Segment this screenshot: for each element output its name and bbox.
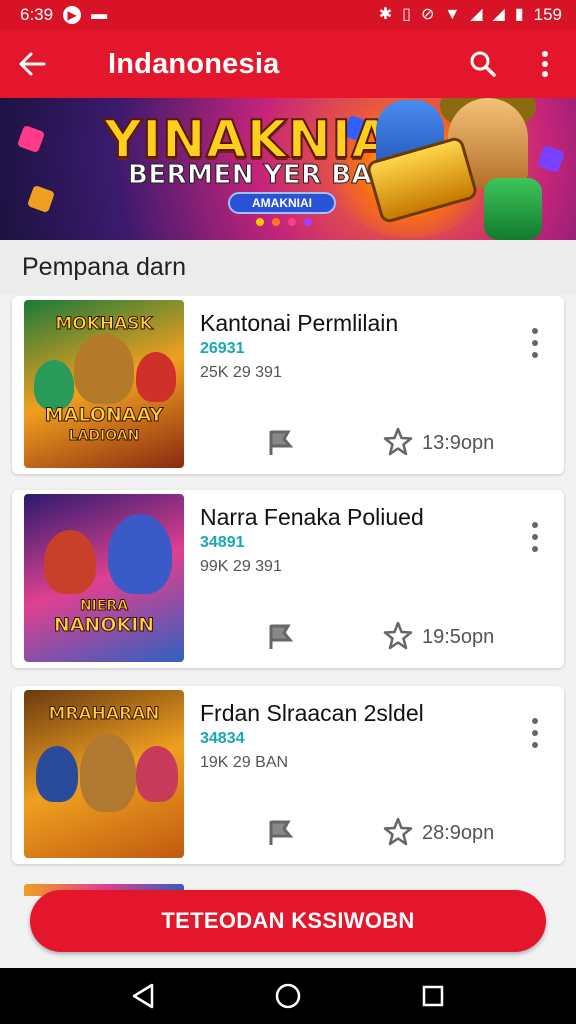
- page-dot: [304, 218, 312, 226]
- system-nav-bar: [0, 968, 576, 1024]
- wifi-icon: ▼: [444, 6, 461, 23]
- game-meta: 19K 29 BAN: [200, 754, 289, 771]
- gem-icon: [16, 124, 46, 154]
- status-time: 6:39: [20, 5, 54, 24]
- star-icon[interactable]: [382, 620, 414, 652]
- game-name: Frdan Slraacan 2sldel: [200, 700, 424, 726]
- game-code: 26931: [200, 340, 245, 357]
- game-code: 34834: [200, 730, 245, 747]
- thumbnail-title-bottom2: NANOKIN: [53, 614, 155, 637]
- thumbnail-title-bottom: MALONAAY: [44, 404, 164, 427]
- banner-button[interactable]: AMAKNIAI: [228, 192, 336, 214]
- thumbnail-title-bottom2: LADIOAN: [68, 428, 140, 445]
- game-code: 34891: [200, 534, 245, 551]
- page-dot: [256, 218, 264, 226]
- game-thumbnail: NIERA NANOKIN: [24, 494, 184, 662]
- gem-icon: [26, 184, 56, 214]
- banner-page-dots: [256, 218, 312, 226]
- thumbnail-title-top: MOKHASK: [55, 314, 153, 335]
- more-vert-icon: [542, 51, 548, 77]
- game-meta: 99K 29 391: [200, 558, 282, 575]
- page-dot: [288, 218, 296, 226]
- triangle-back-icon: [132, 983, 153, 1009]
- list-item[interactable]: MRAHARAN Frdan Slraacan 2sldel 34834 19K…: [12, 686, 564, 864]
- star-icon[interactable]: [382, 426, 414, 458]
- back-button[interactable]: [0, 30, 64, 98]
- game-time: 13:9opn: [422, 432, 495, 454]
- search-icon: [470, 51, 496, 77]
- banner-character-robot: [484, 178, 542, 240]
- list-item[interactable]: NIERA NANOKIN Narra Fenaka Poliued 34891…: [12, 490, 564, 668]
- do-not-disturb-icon: ⊘: [420, 6, 435, 23]
- flag-icon[interactable]: [266, 818, 296, 848]
- list-item[interactable]: MOKHASK MALONAAY LADIOAN Kantonai Permli…: [12, 296, 564, 474]
- game-time: 19:5opn: [422, 626, 495, 648]
- search-button[interactable]: [452, 30, 514, 98]
- flag-icon[interactable]: [266, 428, 296, 458]
- arrow-left-icon: [19, 52, 46, 76]
- promo-banner[interactable]: YINAKNIAI BERMEN YER BAALIE AMAKNIAI: [0, 98, 576, 240]
- game-name: Kantonai Permlilain: [200, 310, 399, 336]
- battery-icon: ▮: [514, 6, 524, 23]
- star-icon[interactable]: [382, 816, 414, 848]
- page-dot: [272, 218, 280, 226]
- app-bar: Indanonesia: [0, 30, 576, 98]
- signal-icon-2: ◢: [492, 6, 505, 23]
- page-title: Indanonesia: [108, 47, 280, 80]
- game-name: Narra Fenaka Poliued: [200, 504, 424, 530]
- more-options-button[interactable]: [522, 716, 548, 750]
- vibrate-icon: ▯: [402, 6, 411, 23]
- bluetooth-icon: ✱: [378, 6, 393, 23]
- square-recents-icon: [423, 985, 444, 1007]
- section-title: Pempana darn: [0, 240, 576, 294]
- nav-recents-button[interactable]: [413, 976, 453, 1016]
- thumbnail-title-bottom: NIERA: [79, 598, 129, 615]
- game-time: 28:9opn: [422, 822, 495, 844]
- flag-icon[interactable]: [266, 622, 296, 652]
- game-meta: 25K 29 391: [200, 364, 282, 381]
- nav-home-button[interactable]: [268, 976, 308, 1016]
- status-bar: 6:39 ▶ ▬ ✱ ▯ ⊘ ▼ ◢ ◢ ▮ 159: [0, 0, 576, 30]
- game-thumbnail: MRAHARAN: [24, 690, 184, 858]
- more-options-button[interactable]: [522, 520, 548, 554]
- gem-icon: [536, 144, 566, 174]
- notification-dot-icon: ▬: [91, 6, 108, 23]
- primary-action-button[interactable]: TETEODAN KSSIWOBN: [30, 890, 546, 952]
- overflow-menu-button[interactable]: [514, 30, 576, 98]
- signal-icon: ◢: [470, 6, 483, 23]
- circle-home-icon: [275, 983, 301, 1009]
- notification-icon: ▶: [63, 6, 82, 24]
- battery-level: 159: [533, 5, 562, 24]
- game-thumbnail: MOKHASK MALONAAY LADIOAN: [24, 300, 184, 468]
- more-options-button[interactable]: [522, 326, 548, 360]
- nav-back-button[interactable]: [123, 976, 163, 1016]
- thumbnail-title-top: MRAHARAN: [48, 704, 160, 725]
